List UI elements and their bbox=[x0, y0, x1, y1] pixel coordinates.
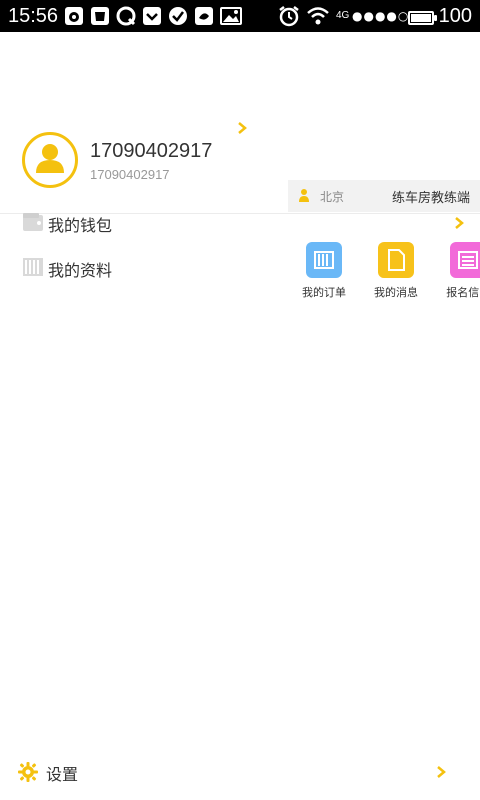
person-icon bbox=[299, 189, 309, 202]
profile-subtitle: 17090402917 bbox=[90, 167, 170, 182]
panel-chevron-right-icon[interactable] bbox=[452, 216, 466, 230]
avatar[interactable] bbox=[22, 132, 78, 188]
orders-label[interactable]: 我的订单 bbox=[294, 284, 354, 300]
background-home-panel: 北京 练车房教练端 我的订单 我的消息 报名信... bbox=[288, 180, 480, 300]
messages-tile[interactable] bbox=[378, 242, 414, 278]
wallet-icon bbox=[23, 213, 43, 231]
gear-icon bbox=[18, 762, 38, 782]
weibo-icon bbox=[65, 7, 83, 25]
orders-tile[interactable] bbox=[306, 242, 342, 278]
battery-fill bbox=[411, 14, 431, 22]
menu-item-label: 我的钱包 bbox=[48, 216, 113, 235]
location-bar: 北京 练车房教练端 bbox=[288, 180, 480, 212]
signup-icon bbox=[458, 251, 478, 269]
status-bar: 15:56 4G ●●●●○ 100 bbox=[0, 0, 480, 32]
menu-item-wallet[interactable]: 我的钱包 bbox=[20, 206, 240, 242]
signup-label[interactable]: 报名信... bbox=[438, 284, 480, 300]
settings-row[interactable]: 设置 bbox=[18, 760, 478, 784]
navigation-drawer: 17090402917 17090402917 我的钱包 我的资料 北京 练车房… bbox=[0, 32, 480, 800]
q-icon bbox=[116, 6, 136, 26]
profile-chevron-right-icon[interactable] bbox=[235, 121, 249, 135]
settings-chevron-right-icon[interactable] bbox=[434, 765, 448, 779]
menu-item-label: 我的资料 bbox=[48, 261, 113, 280]
signal-dots: ●●●●○ bbox=[352, 9, 410, 23]
network-type: 4G bbox=[336, 10, 350, 21]
profile-docs-icon bbox=[23, 258, 43, 276]
battery-icon bbox=[408, 11, 437, 25]
alarm-icon bbox=[279, 6, 299, 27]
gallery-icon bbox=[220, 7, 242, 25]
message-icon bbox=[388, 249, 405, 271]
signup-tile[interactable] bbox=[450, 242, 480, 278]
profile-phone[interactable]: 17090402917 bbox=[90, 140, 212, 163]
app-title: 练车房教练端 bbox=[391, 191, 470, 206]
check-icon bbox=[169, 7, 187, 25]
settings-label: 设置 bbox=[46, 765, 79, 784]
shop-icon bbox=[91, 7, 109, 25]
city-label[interactable]: 北京 bbox=[320, 188, 344, 205]
menu-item-profile-docs[interactable]: 我的资料 bbox=[20, 251, 240, 287]
messages-label[interactable]: 我的消息 bbox=[366, 284, 426, 300]
battery-percent: 100 bbox=[438, 5, 472, 27]
bird-icon bbox=[195, 7, 213, 25]
status-time: 15:56 bbox=[8, 5, 59, 27]
orders-icon bbox=[314, 251, 334, 269]
avatar-person-icon bbox=[36, 144, 64, 173]
wifi-icon bbox=[307, 7, 329, 25]
pocket-icon bbox=[143, 7, 161, 25]
